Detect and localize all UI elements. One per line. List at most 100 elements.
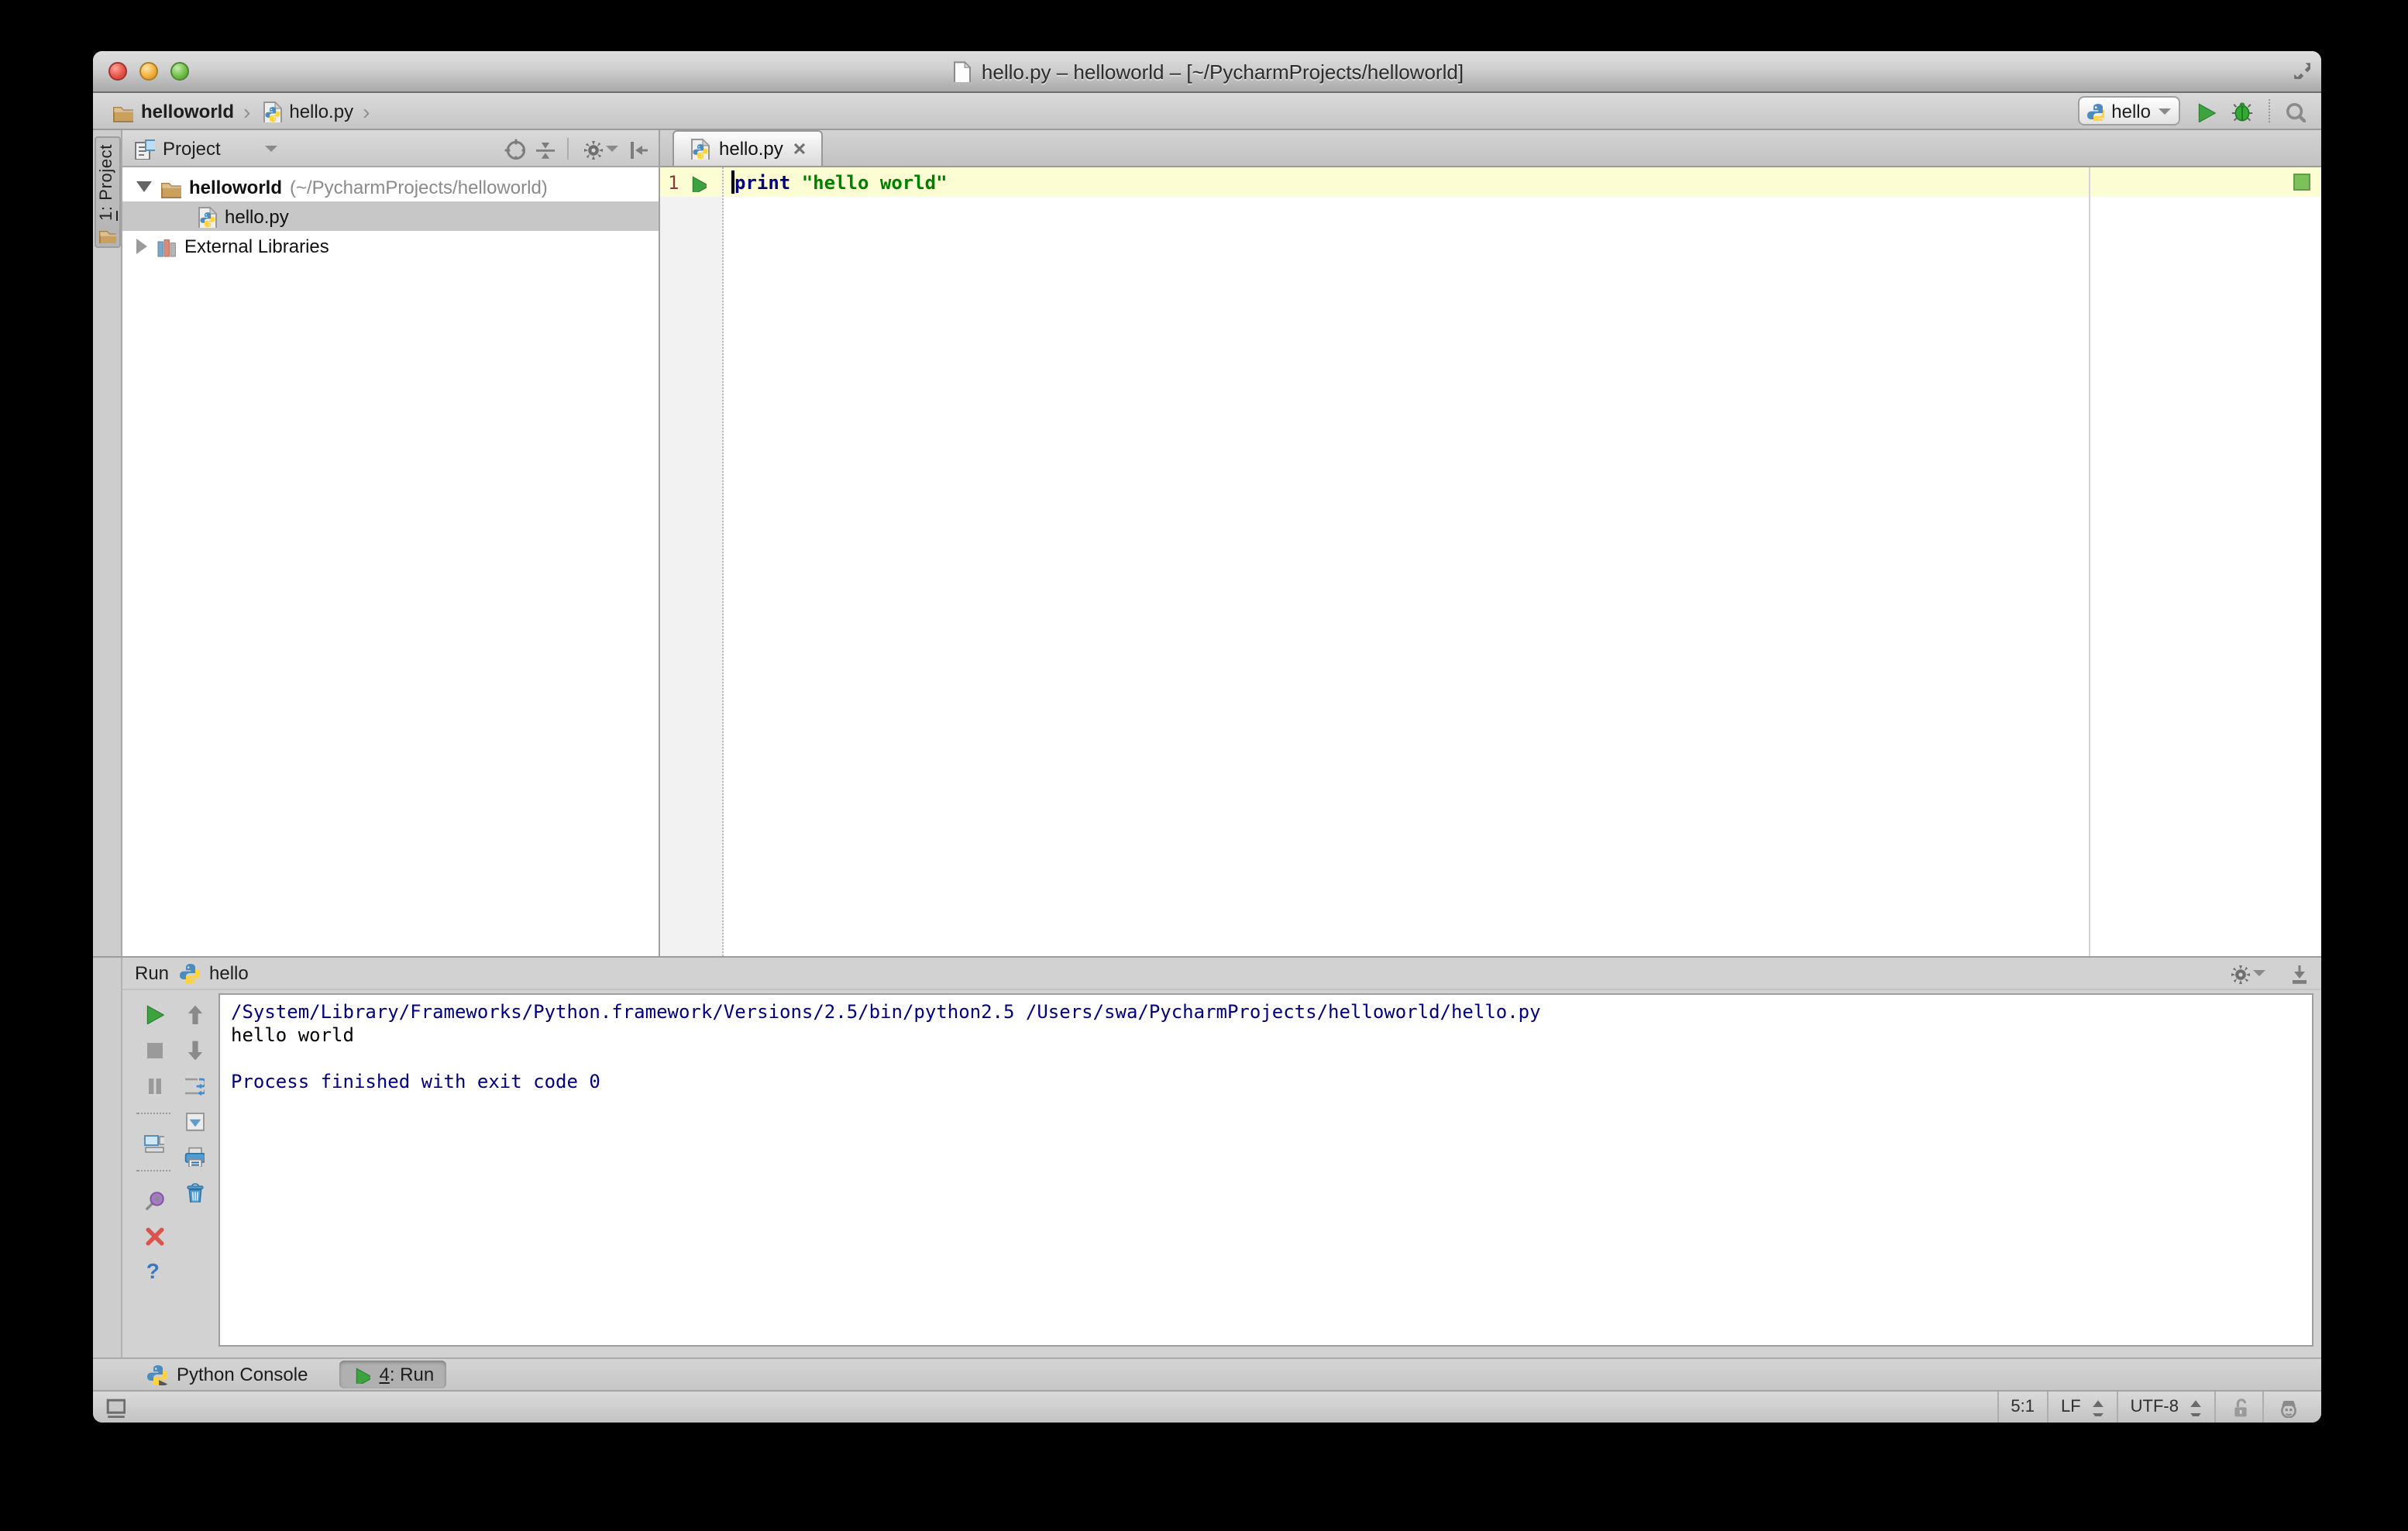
folder-icon: [113, 106, 133, 122]
run-tab[interactable]: 4: Run: [339, 1361, 447, 1388]
breadcrumb-item-hello-py[interactable]: hello.py: [289, 100, 353, 122]
close-window-button[interactable]: [108, 62, 127, 81]
run-toolbar: ?: [122, 993, 218, 1347]
stop-button[interactable]: [142, 1038, 163, 1060]
code-string: "hello world": [801, 171, 948, 193]
external-libraries-label: External Libraries: [184, 235, 329, 256]
project-root-path: (~/PycharmProjects/helloworld): [290, 176, 548, 198]
pause-output-button[interactable]: [142, 1074, 163, 1096]
python-console-label: Python Console: [177, 1364, 308, 1385]
run-configuration-select[interactable]: hello: [2077, 96, 2180, 126]
close-console-button[interactable]: [142, 1224, 163, 1246]
rerun-button[interactable]: [142, 1003, 164, 1024]
fullscreen-icon[interactable]: [2292, 60, 2310, 79]
clear-all-button[interactable]: [184, 1181, 205, 1202]
settings-gear-button[interactable]: [581, 137, 618, 159]
run-tab-label: 4: Run: [379, 1364, 435, 1385]
run-button[interactable]: [2194, 100, 2216, 122]
breadcrumb: helloworld › hello.py ›: [112, 100, 371, 122]
scroll-to-end-button[interactable]: [184, 1110, 205, 1131]
main-area: 1: Project Project helloworld (~/Pycharm…: [93, 130, 2321, 956]
screen: hello.py – helloworld – [~/PycharmProjec…: [0, 0, 2408, 1531]
soft-wrap-button[interactable]: [184, 1074, 205, 1096]
document-icon: [954, 61, 972, 82]
encoding-widget[interactable]: UTF-8: [2116, 1392, 2214, 1423]
expanded-arrow-icon[interactable]: [136, 181, 152, 192]
next-occurrence-button[interactable]: [184, 1038, 205, 1060]
updown-arrows-icon: [2092, 1400, 2104, 1416]
line-number: 1: [668, 171, 679, 193]
minimize-window-button[interactable]: [139, 62, 158, 81]
updown-arrows-icon: [2190, 1400, 2201, 1416]
code-viewport[interactable]: print "hello world": [724, 167, 2321, 956]
tree-row-project-root[interactable]: helloworld (~/PycharmProjects/helloworld…: [122, 172, 659, 201]
editor[interactable]: 1 print "hello world": [660, 167, 2321, 956]
debug-button[interactable]: [2230, 98, 2255, 123]
hide-panel-button[interactable]: [626, 137, 648, 159]
project-tool-window-label: 1: Project: [98, 144, 116, 221]
run-panel-title: Run: [135, 962, 170, 984]
print-button[interactable]: [184, 1145, 205, 1167]
help-button[interactable]: ?: [146, 1260, 160, 1282]
code-line-1: print "hello world": [731, 167, 948, 197]
project-panel-header: Project: [122, 130, 659, 167]
editor-tab-hello-py[interactable]: hello.py ✕: [673, 130, 823, 166]
python-console-tab[interactable]: Python Console: [133, 1361, 320, 1388]
readonly-toggle[interactable]: [2214, 1392, 2262, 1423]
project-tree: helloworld (~/PycharmProjects/helloworld…: [122, 167, 659, 260]
console-stdout: hello world: [231, 1024, 354, 1046]
tool-window-switcher-icon[interactable]: [104, 1396, 126, 1418]
collapse-all-button[interactable]: [533, 137, 555, 159]
editor-gutter: 1: [660, 167, 724, 956]
console-output[interactable]: /System/Library/Frameworks/Python.framew…: [218, 993, 2313, 1347]
tree-row-hello-py[interactable]: hello.py: [122, 201, 659, 231]
python-file-icon: [688, 138, 710, 160]
close-tab-icon[interactable]: ✕: [793, 139, 807, 159]
editor-tab-bar: hello.py ✕: [660, 130, 2321, 167]
python-file-icon: [195, 205, 217, 227]
hide-run-panel-button[interactable]: [2287, 962, 2309, 984]
project-view-icon: [135, 139, 155, 159]
restore-layout-button[interactable]: [142, 1131, 164, 1153]
unlock-icon: [2233, 1399, 2248, 1418]
run-panel-config-name: hello: [209, 962, 249, 984]
status-bar: 5:1 LF UTF-8: [93, 1390, 2321, 1423]
toolbar-separator: [567, 137, 569, 159]
window-title: hello.py – helloworld – [~/PycharmProjec…: [981, 60, 1464, 83]
project-view-selector[interactable]: Project: [163, 137, 221, 159]
inspection-status-indicator[interactable]: [2293, 174, 2310, 191]
toolbar-separator: [2269, 99, 2270, 122]
toolbar-separator: [136, 1170, 170, 1171]
breadcrumb-item-helloworld[interactable]: helloworld: [141, 100, 234, 122]
highlighting-level-widget[interactable]: [2262, 1392, 2310, 1423]
toolbar-separator: [136, 1113, 170, 1114]
caret-position-widget[interactable]: 5:1: [1997, 1392, 2047, 1423]
run-panel-header: Run hello: [122, 958, 2321, 990]
pin-tab-button[interactable]: [142, 1189, 164, 1210]
zoom-window-button[interactable]: [170, 62, 189, 81]
project-tool-window-button[interactable]: 1: Project: [94, 136, 120, 249]
tree-row-external-libraries[interactable]: External Libraries: [122, 231, 659, 260]
editor-area: hello.py ✕ 1 print "hello world": [660, 130, 2321, 956]
line-separator-widget[interactable]: LF: [2046, 1392, 2117, 1423]
project-tool-window-icon: [99, 231, 116, 244]
run-tool-window: Run hello ? /System/Library/Frameworks/P…: [93, 956, 2321, 1357]
python-console-icon: [146, 1364, 167, 1385]
search-everywhere-icon[interactable]: [2284, 100, 2306, 122]
folder-icon: [161, 182, 181, 198]
run-settings-gear-button[interactable]: [2228, 962, 2265, 984]
libraries-icon: [157, 239, 176, 256]
chevron-right-icon: ›: [363, 98, 370, 123]
title-bar[interactable]: hello.py – helloworld – [~/PycharmProjec…: [93, 51, 2321, 93]
collapsed-arrow-icon[interactable]: [136, 238, 147, 253]
prev-occurrence-button[interactable]: [184, 1003, 205, 1024]
chevron-down-icon[interactable]: [265, 145, 278, 151]
tree-file-name: hello.py: [225, 205, 289, 227]
traffic-lights: [108, 62, 189, 81]
run-line-marker-icon[interactable]: [688, 173, 707, 191]
scroll-from-source-button[interactable]: [504, 137, 525, 159]
hector-inspector-icon: [2280, 1399, 2297, 1418]
current-line-highlight: [724, 167, 2321, 197]
project-panel: Project helloworld (~/PycharmProjects/he…: [122, 130, 660, 956]
